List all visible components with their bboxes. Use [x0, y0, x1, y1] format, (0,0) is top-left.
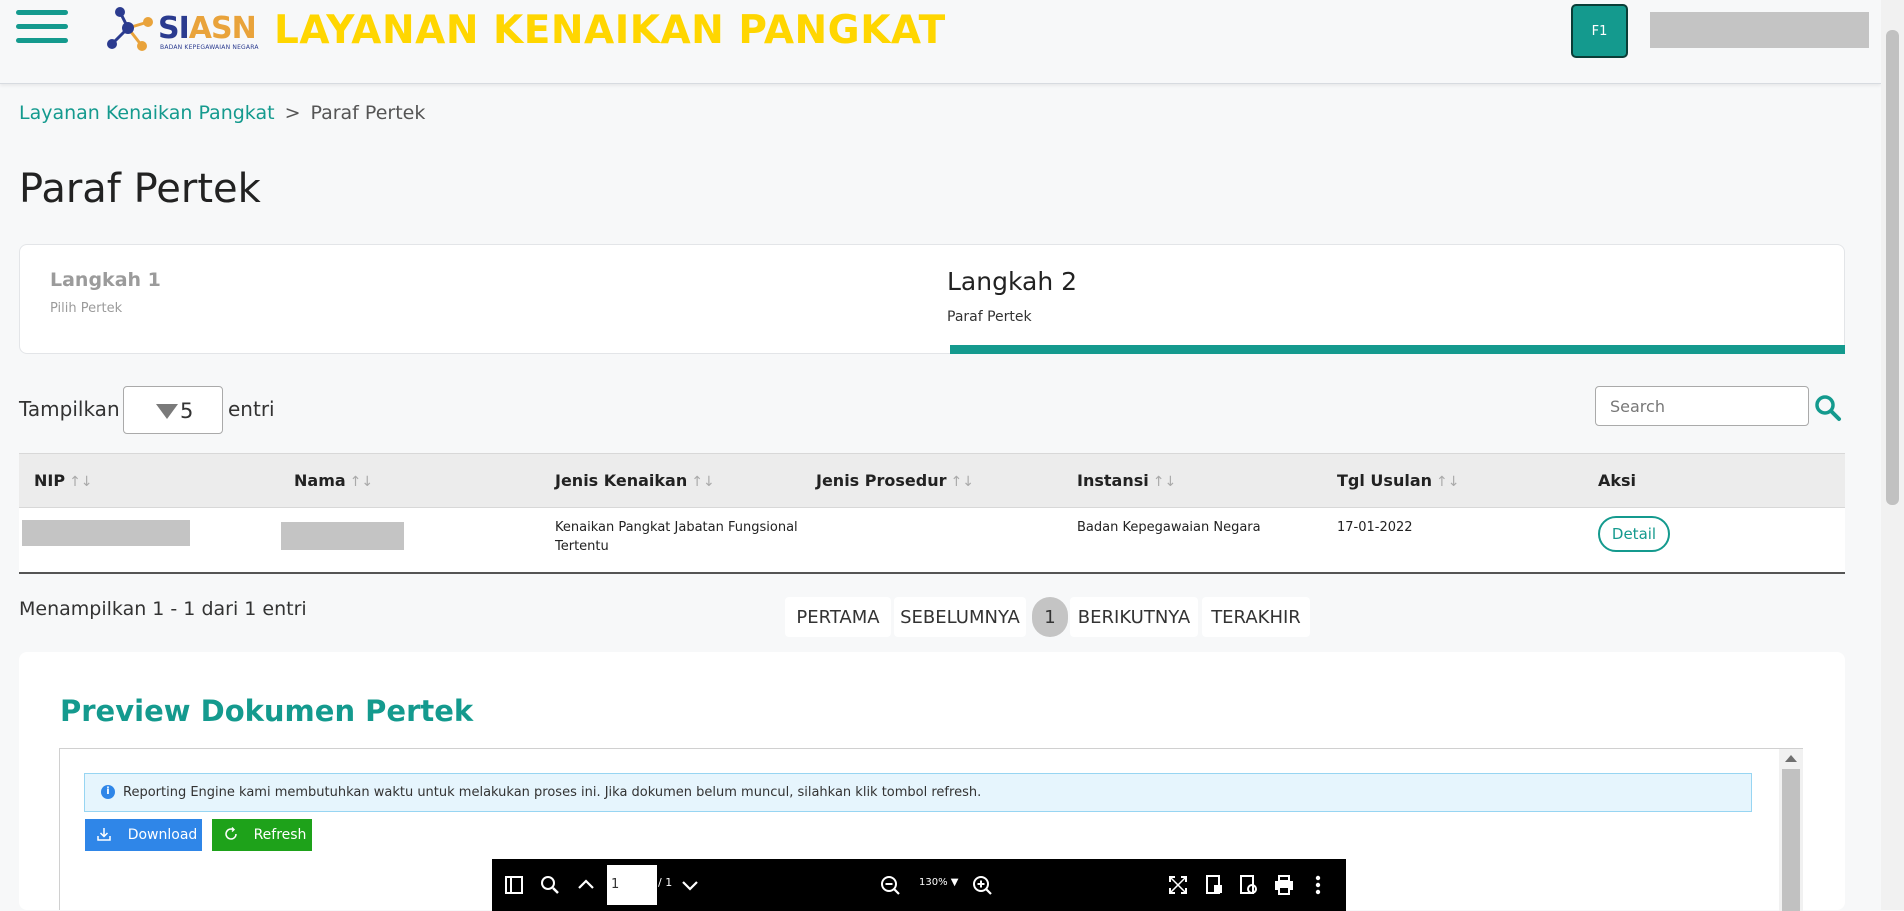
search-input[interactable]: [1595, 386, 1809, 426]
show-entries-label: Tampilkan: [19, 397, 120, 421]
pagination-next[interactable]: BERIKUTNYA: [1070, 597, 1198, 637]
breadcrumb-root-link[interactable]: Layanan Kenaikan Pangkat: [19, 102, 275, 124]
breadcrumb-current: Paraf Pertek: [310, 102, 426, 124]
column-header-nip[interactable]: NIP ↑↓: [34, 471, 93, 490]
cell-jenis-kenaikan-line-2: Tertentu: [555, 539, 609, 554]
pagination-last[interactable]: TERAKHIR: [1202, 597, 1310, 637]
nip-redacted: [22, 520, 190, 546]
step-1-title[interactable]: Langkah 1: [50, 269, 161, 291]
pertek-table: NIP ↑↓ Nama ↑↓ Jenis Kenaikan ↑↓ Jenis Pros…: [19, 453, 1845, 574]
pagination-page-1[interactable]: 1: [1032, 597, 1068, 637]
nama-redacted: [281, 522, 404, 550]
cell-jenis-kenaikan-line-1: Kenaikan Pangkat Jabatan Fungsional: [555, 520, 798, 535]
table-info: Menampilkan 1 - 1 dari 1 entri: [19, 598, 307, 620]
page-up-icon[interactable]: [574, 873, 598, 897]
entries-suffix-label: entri: [228, 397, 275, 421]
pagination-prev[interactable]: SEBELUMNYA: [894, 597, 1026, 637]
pagination-first[interactable]: PERTAMA: [785, 597, 891, 637]
column-label: NIP: [34, 471, 66, 490]
column-header-instansi[interactable]: Instansi ↑↓: [1077, 471, 1176, 490]
refresh-label: Refresh: [253, 827, 307, 843]
table-header: NIP ↑↓ Nama ↑↓ Jenis Kenaikan ↑↓ Jenis Pros…: [19, 453, 1845, 508]
column-label: Tgl Usulan: [1337, 471, 1432, 490]
search-icon[interactable]: [1814, 394, 1842, 422]
logo-asn: ASN: [188, 11, 257, 46]
pdf-zoom-select[interactable]: 130% ▼: [919, 877, 958, 888]
breadcrumb-separator: >: [284, 102, 301, 124]
sort-icon: ↑↓: [950, 474, 974, 490]
step-2-subtitle: Paraf Pertek: [947, 309, 1032, 325]
step-2-active-indicator: [950, 345, 1845, 354]
more-vertical-icon[interactable]: [1306, 873, 1330, 897]
column-header-aksi: Aksi: [1598, 471, 1637, 490]
refresh-icon: [225, 827, 237, 840]
page-down-icon[interactable]: [678, 873, 702, 897]
column-label: Instansi: [1077, 471, 1149, 490]
column-header-tgl-usulan[interactable]: Tgl Usulan ↑↓: [1337, 471, 1459, 490]
f1-button[interactable]: F1: [1571, 4, 1628, 58]
table-row: Kenaikan Pangkat Jabatan Fungsional Terte…: [19, 508, 1845, 574]
sort-icon: ↑↓: [1436, 474, 1460, 490]
column-header-nama[interactable]: Nama ↑↓: [294, 471, 373, 490]
sort-icon: ↑↓: [691, 474, 715, 490]
document-export-icon[interactable]: [1236, 873, 1260, 897]
sort-icon: ↑↓: [349, 474, 374, 490]
pdf-page-input[interactable]: 1: [607, 865, 657, 905]
column-header-jenis-kenaikan[interactable]: Jenis Kenaikan ↑↓: [555, 471, 715, 490]
logo-wordmark: SIASN: [158, 11, 257, 46]
step-2-title[interactable]: Langkah 2: [947, 267, 1077, 296]
zoom-out-icon[interactable]: [878, 873, 902, 897]
logo-si: SI: [158, 11, 190, 46]
sidebar-toggle-icon[interactable]: [502, 873, 526, 897]
document-properties-icon[interactable]: [1202, 873, 1226, 897]
scroll-up-arrow-icon[interactable]: [1785, 755, 1797, 762]
download-button[interactable]: Download: [85, 819, 202, 851]
pdf-page-total: / 1: [658, 876, 673, 889]
info-alert: i Reporting Engine kami membutuhkan wakt…: [84, 773, 1752, 812]
download-icon: [97, 828, 111, 841]
column-label: Jenis Prosedur: [816, 471, 947, 490]
cell-instansi: Badan Kepegawaian Negara: [1077, 520, 1261, 535]
preview-card: Preview Dokumen Pertek i Reporting Engin…: [19, 652, 1845, 911]
top-header: SIASN BADAN KEPEGAWAIAN NEGARA LAYANAN K…: [0, 0, 1881, 84]
fullscreen-icon[interactable]: [1166, 873, 1190, 897]
column-label: Nama: [294, 471, 346, 490]
cell-jenis-kenaikan: Kenaikan Pangkat Jabatan Fungsional Terte…: [555, 518, 805, 556]
info-icon: i: [101, 785, 115, 799]
entries-per-page-select[interactable]: 5: [123, 386, 223, 434]
entries-per-page-value: 5: [180, 399, 194, 423]
stepper-card: Langkah 1 Pilih Pertek Langkah 2 Paraf P…: [19, 244, 1845, 354]
info-alert-text: Reporting Engine kami membutuhkan waktu …: [123, 785, 982, 800]
zoom-search-icon[interactable]: [538, 873, 562, 897]
viewer-scrollbar[interactable]: [1779, 749, 1803, 911]
hamburger-menu-icon[interactable]: [16, 10, 68, 50]
logo-mark-icon: [107, 7, 153, 51]
viewer-scrollbar-thumb[interactable]: [1782, 769, 1800, 911]
logo-subtitle: BADAN KEPEGAWAIAN NEGARA: [160, 44, 259, 51]
refresh-button[interactable]: Refresh: [212, 819, 312, 851]
page-title: Paraf Pertek: [19, 166, 261, 212]
sort-icon: ↑↓: [1152, 474, 1177, 490]
breadcrumb: Layanan Kenaikan Pangkat > Paraf Pertek: [19, 102, 425, 124]
page-scrollbar-thumb[interactable]: [1886, 30, 1899, 505]
print-icon[interactable]: [1272, 873, 1296, 897]
page-scrollbar[interactable]: [1881, 0, 1904, 910]
sort-icon: ↑↓: [69, 474, 93, 490]
detail-button[interactable]: Detail: [1598, 516, 1670, 552]
preview-title: Preview Dokumen Pertek: [60, 694, 474, 728]
column-label: Jenis Kenaikan: [555, 471, 688, 490]
column-header-jenis-prosedur[interactable]: Jenis Prosedur ↑↓: [816, 471, 974, 490]
zoom-in-icon[interactable]: [970, 873, 994, 897]
siasn-logo: SIASN BADAN KEPEGAWAIAN NEGARA: [102, 4, 258, 56]
report-viewer-frame: i Reporting Engine kami membutuhkan wakt…: [59, 748, 1803, 911]
download-label: Download: [127, 827, 198, 843]
pdf-toolbar: 1 / 1 130% ▼: [492, 859, 1346, 911]
cell-tgl-usulan: 17-01-2022: [1337, 520, 1413, 535]
user-name-redacted[interactable]: [1650, 12, 1869, 48]
dropdown-triangle-icon: [156, 404, 178, 419]
app-title: LAYANAN KENAIKAN PANGKAT: [274, 8, 946, 53]
step-1-subtitle: Pilih Pertek: [50, 301, 123, 316]
